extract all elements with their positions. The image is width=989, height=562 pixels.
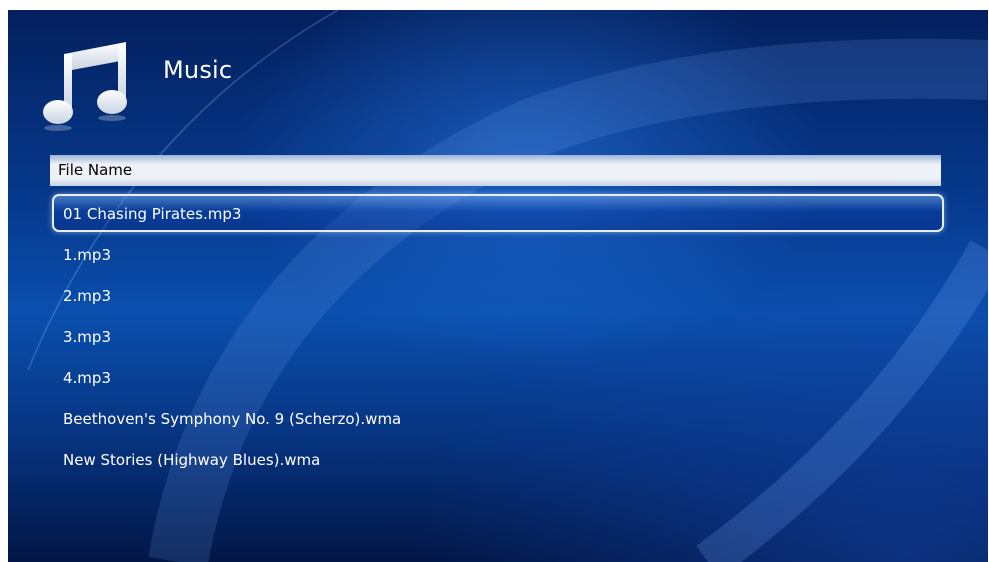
file-row[interactable]: 2.mp3 — [52, 276, 944, 317]
file-row[interactable]: Beethoven's Symphony No. 9 (Scherzo).wma — [52, 399, 944, 440]
file-list: 01 Chasing Pirates.mp3 1.mp3 2.mp3 3.mp3… — [52, 194, 944, 481]
column-header-file-name[interactable]: File Name — [50, 155, 941, 186]
music-note-icon — [42, 40, 134, 132]
page-title: Music — [163, 56, 233, 84]
file-row[interactable]: 3.mp3 — [52, 317, 944, 358]
file-row[interactable]: 4.mp3 — [52, 358, 944, 399]
file-row-selected[interactable]: 01 Chasing Pirates.mp3 — [52, 194, 944, 232]
media-browser-screen: Music File Name 01 Chasing Pirates.mp3 1… — [8, 10, 988, 562]
file-row[interactable]: 1.mp3 — [52, 235, 944, 276]
file-row[interactable]: New Stories (Highway Blues).wma — [52, 440, 944, 481]
